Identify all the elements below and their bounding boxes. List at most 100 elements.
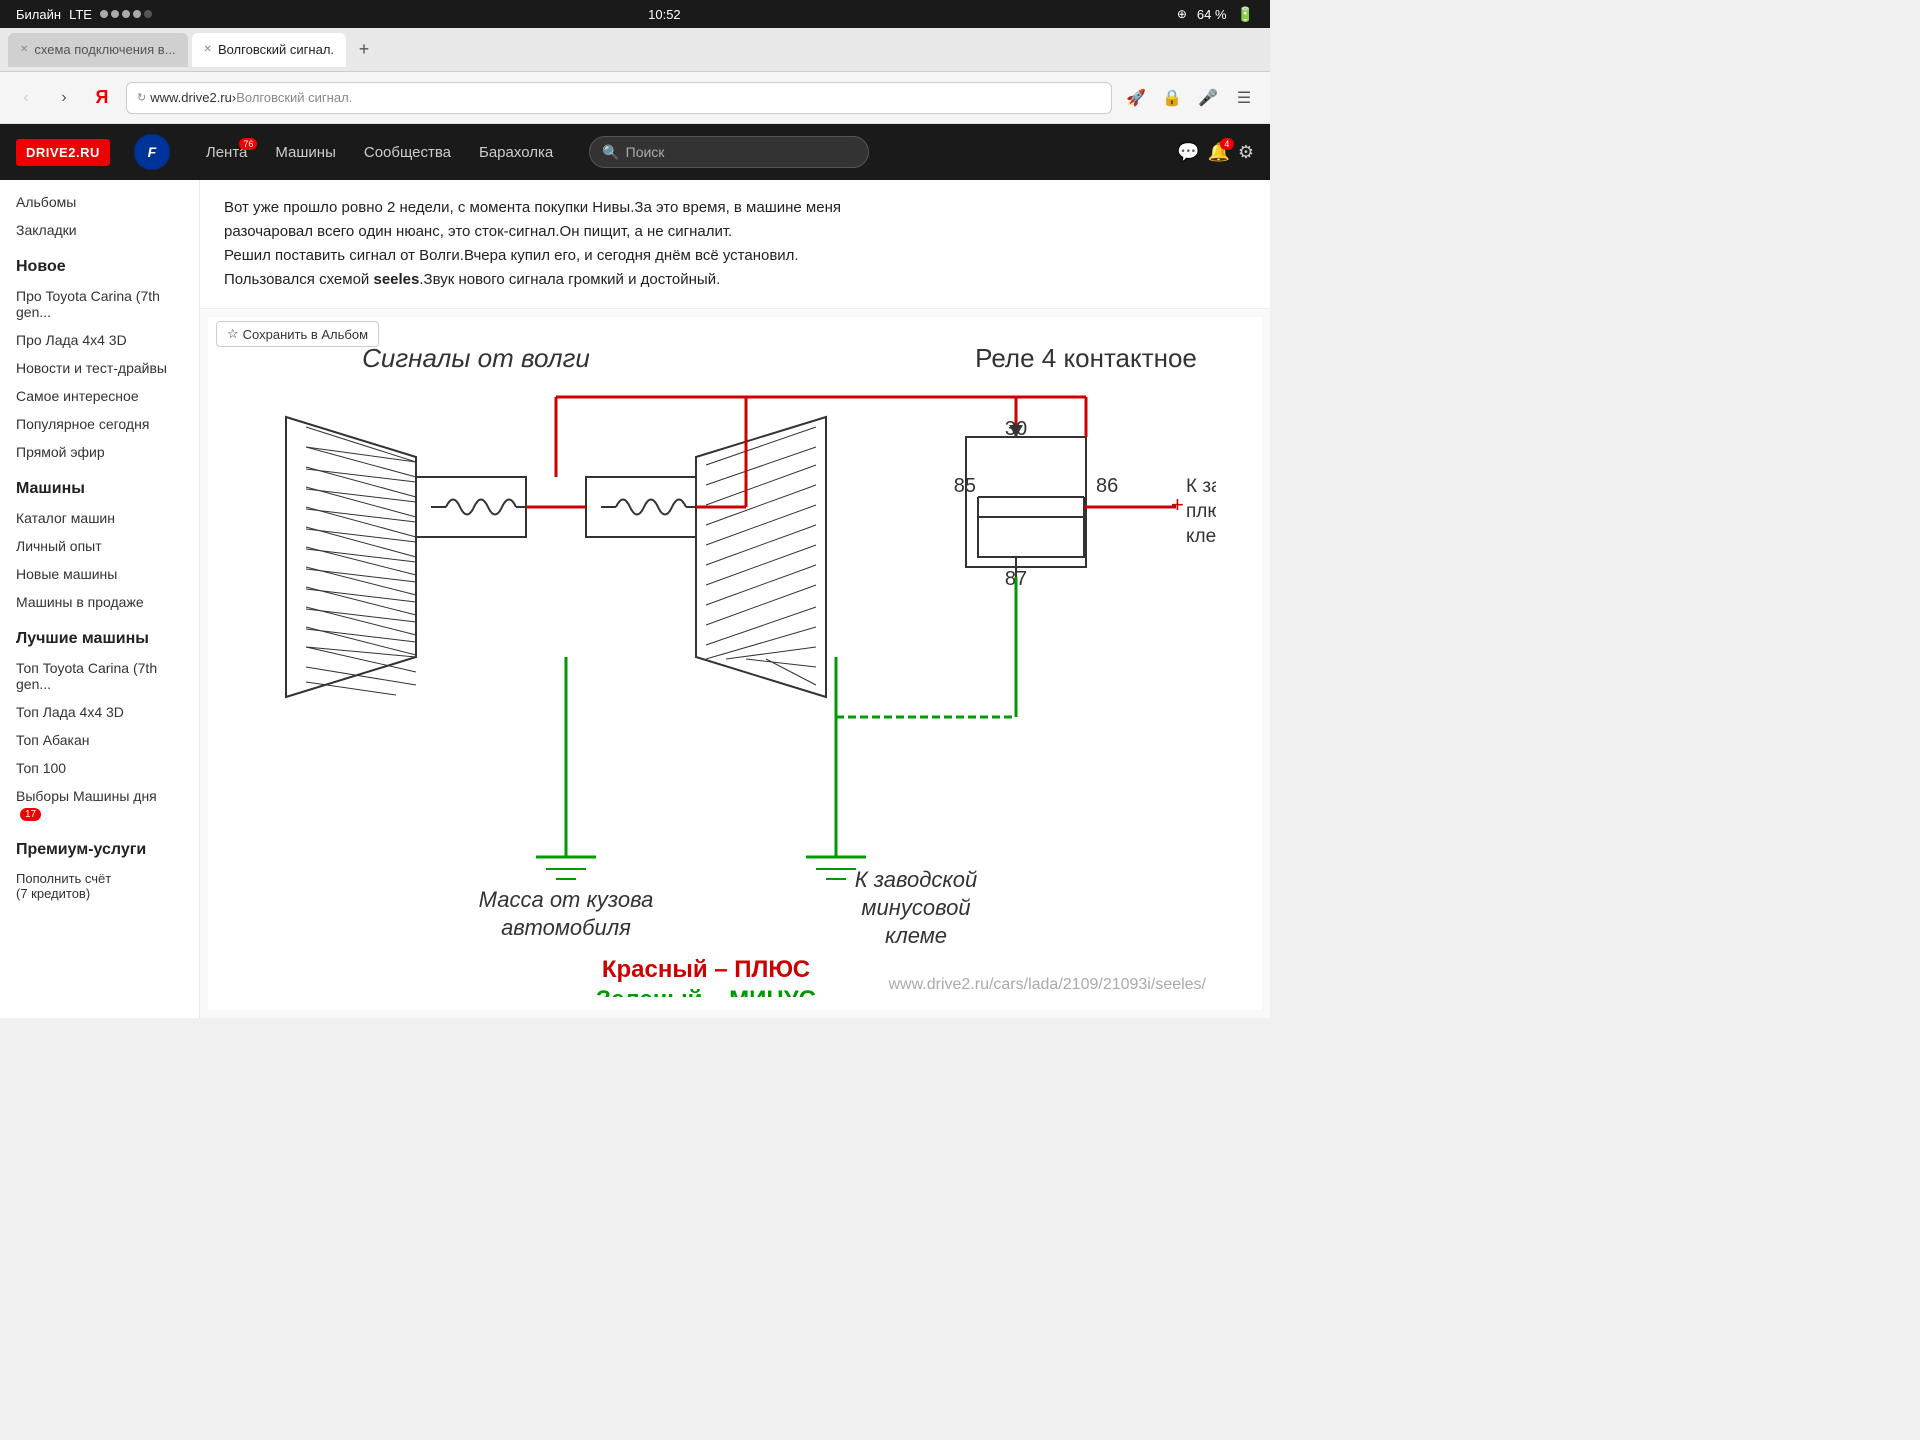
article-author[interactable]: seeles — [373, 271, 419, 288]
tab-1[interactable]: ✕ схема подключения в... — [8, 33, 188, 67]
nav-links: Лента 76 Машины Сообщества Барахолка — [194, 138, 565, 167]
status-right: ⊕ 64 % 🔋 — [1177, 6, 1254, 23]
url-path: Волговский сигнал. — [236, 90, 352, 105]
nav-machines[interactable]: Машины — [263, 138, 347, 167]
tab-2-label: Волговский сигнал. — [218, 42, 334, 57]
status-bar: Билайн LTE 10:52 ⊕ 64 % 🔋 — [0, 0, 1270, 28]
tab-2-close[interactable]: ✕ — [204, 44, 212, 55]
diagram-plus-terminal: К заводской — [1186, 476, 1216, 497]
sidebar-item-personal[interactable]: Личный опыт — [0, 532, 199, 560]
tab-1-label: схема подключения в... — [34, 42, 175, 57]
svg-text:плюсовой: плюсовой — [1186, 501, 1216, 522]
new-tab-button[interactable]: + — [350, 36, 378, 64]
carrier-label: Билайн — [16, 7, 61, 22]
sidebar-item-top-toyota[interactable]: Топ Toyota Carina (7th gen... — [0, 654, 199, 698]
url-bar[interactable]: ↻ www.drive2.ru › Волговский сигнал. — [126, 82, 1112, 114]
sidebar-section-cars: Машины — [0, 466, 199, 504]
sidebar-section-premium: Премиум-услуги — [0, 827, 199, 865]
sidebar-item-lada[interactable]: Про Лада 4x4 3D — [0, 326, 199, 354]
car-day-badge: 17 — [20, 808, 41, 821]
search-box[interactable]: 🔍 Поиск — [589, 136, 869, 168]
diagram-minus-terminal: К заводской — [855, 867, 978, 892]
url-domain: www.drive2.ru — [150, 90, 232, 105]
star-icon: ☆ — [227, 326, 239, 342]
address-bar: ‹ › Я ↻ www.drive2.ru › Волговский сигна… — [0, 72, 1270, 124]
save-album-button[interactable]: ☆ Сохранить в Альбом — [216, 321, 379, 347]
sidebar-item-live[interactable]: Прямой эфир — [0, 438, 199, 466]
article-line1: Вот уже прошло ровно 2 недели, с момента… — [224, 196, 1246, 220]
nav-machines-label: Машины — [275, 144, 335, 161]
sidebar-item-topup[interactable]: Пополнить счёт (7 кредитов) — [0, 865, 199, 907]
main-layout: Альбомы Закладки Новое Про Toyota Carina… — [0, 180, 1270, 1018]
diagram-wrapper: Сигналы от волги Реле 4 контактное — [208, 317, 1262, 1010]
sidebar-item-albums[interactable]: Альбомы — [0, 188, 199, 216]
tab-bar: ✕ схема подключения в... ✕ Волговский си… — [0, 28, 1270, 72]
wiring-diagram: Сигналы от волги Реле 4 контактное — [216, 317, 1216, 997]
svg-text:минусовой: минусовой — [861, 895, 970, 920]
site-header: DRIVE2.RU F Лента 76 Машины Сообщества Б… — [0, 124, 1270, 180]
sidebar-item-toyota[interactable]: Про Toyota Carina (7th gen... — [0, 282, 199, 326]
sidebar-item-top-lada[interactable]: Топ Лада 4x4 3D — [0, 698, 199, 726]
content-area: Вот уже прошло ровно 2 недели, с момента… — [200, 180, 1270, 1018]
sidebar-section-best: Лучшие машины — [0, 616, 199, 654]
nav-lenta[interactable]: Лента 76 — [194, 138, 260, 167]
nav-market[interactable]: Барахолка — [467, 138, 565, 167]
sidebar-item-new-cars[interactable]: Новые машины — [0, 560, 199, 588]
refresh-icon: ↻ — [137, 91, 146, 104]
svg-text:+: + — [1171, 492, 1184, 517]
article-line2: разочаровал всего один нюанс, это сток-с… — [224, 220, 1246, 244]
sidebar-item-news[interactable]: Новости и тест-драйвы — [0, 354, 199, 382]
notifications-icon[interactable]: 🔔 4 — [1207, 142, 1229, 163]
status-left: Билайн LTE — [16, 7, 152, 22]
diagram-title-signals: Сигналы от волги — [362, 343, 590, 373]
nav-communities-label: Сообщества — [364, 144, 451, 161]
menu-icon[interactable]: ☰ — [1230, 84, 1258, 112]
back-button[interactable]: ‹ — [12, 84, 40, 112]
yandex-icon[interactable]: Я — [88, 84, 116, 112]
sidebar-item-interesting[interactable]: Самое интересное — [0, 382, 199, 410]
sidebar: Альбомы Закладки Новое Про Toyota Carina… — [0, 180, 200, 1018]
nav-lenta-badge: 76 — [239, 138, 257, 150]
location-icon: ⊕ — [1177, 7, 1187, 21]
sidebar-item-car-day[interactable]: Выборы Машины дня 17 — [0, 782, 199, 827]
diagram-red-legend: Красный – ПЛЮС — [602, 956, 810, 983]
save-album-label: Сохранить в Альбом — [243, 327, 368, 342]
ford-icon: F — [134, 134, 170, 170]
mic-icon[interactable]: 🎤 — [1194, 84, 1222, 112]
sidebar-item-bookmarks[interactable]: Закладки — [0, 216, 199, 244]
nav-market-label: Барахолка — [479, 144, 553, 161]
diagram-title-relay: Реле 4 контактное — [975, 343, 1197, 373]
site-logo[interactable]: DRIVE2.RU — [16, 139, 110, 166]
article-suffix: .Звук нового сигнала громкий и достойный… — [419, 271, 720, 288]
image-container: ☆ Сохранить в Альбом Сигналы от волги Ре… — [200, 309, 1270, 1018]
notifications-badge: 4 — [1220, 138, 1234, 150]
svg-text:клеме: клеме — [1186, 526, 1216, 547]
article-text: Вот уже прошло ровно 2 недели, с момента… — [200, 180, 1270, 309]
article-prefix: Пользовался схемой — [224, 271, 373, 288]
svg-text:клеме: клеме — [885, 923, 947, 948]
search-icon: 🔍 — [602, 144, 619, 161]
sidebar-item-top-abakan[interactable]: Топ Абакан — [0, 726, 199, 754]
settings-icon[interactable]: ⚙ — [1238, 142, 1254, 163]
search-placeholder: Поиск — [626, 144, 665, 160]
tab-2[interactable]: ✕ Волговский сигнал. — [192, 33, 346, 67]
sidebar-item-top100[interactable]: Топ 100 — [0, 754, 199, 782]
tab-1-close[interactable]: ✕ — [20, 44, 28, 55]
forward-button[interactable]: › — [50, 84, 78, 112]
sidebar-section-new: Новое — [0, 244, 199, 282]
time-label: 10:52 — [648, 7, 681, 22]
diagram-label-85: 85 — [954, 475, 976, 497]
signal-dots — [100, 10, 152, 18]
chat-icon[interactable]: 💬 — [1177, 142, 1199, 163]
header-icons: 💬 🔔 4 ⚙ — [1177, 142, 1254, 163]
sidebar-item-for-sale[interactable]: Машины в продаже — [0, 588, 199, 616]
sidebar-item-catalog[interactable]: Каталог машин — [0, 504, 199, 532]
sidebar-item-popular[interactable]: Популярное сегодня — [0, 410, 199, 438]
nav-communities[interactable]: Сообщества — [352, 138, 463, 167]
diagram-label-86: 86 — [1096, 475, 1118, 497]
address-bar-right: 🚀 🔒 🎤 ☰ — [1122, 84, 1258, 112]
svg-text:автомобиля: автомобиля — [501, 915, 631, 940]
rocket-icon[interactable]: 🚀 — [1122, 84, 1150, 112]
battery-label: 64 % — [1197, 7, 1227, 22]
lock-icon: 🔒 — [1158, 84, 1186, 112]
